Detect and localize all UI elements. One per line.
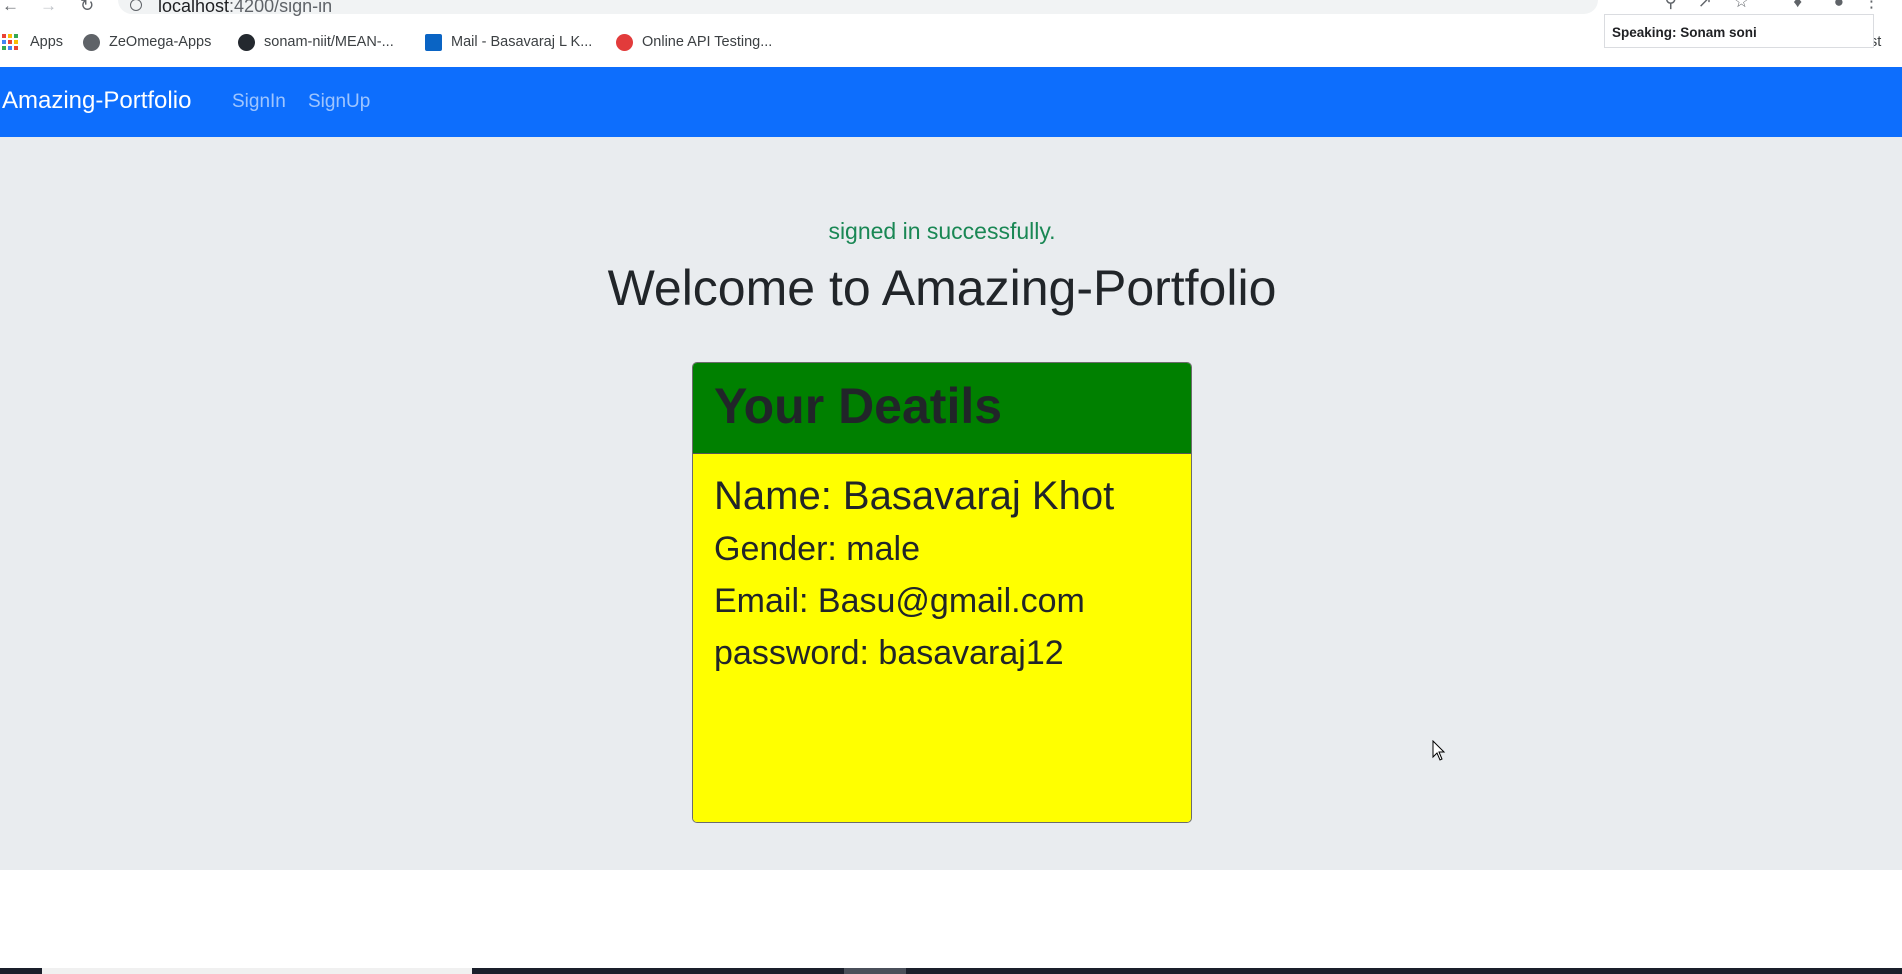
bookmark-star-icon[interactable]: ☆ — [1734, 0, 1749, 12]
profile-avatar-icon[interactable]: ● — [1834, 0, 1844, 12]
welcome-heading: Welcome to Amazing-Portfolio — [607, 260, 1277, 316]
card-title: Your Deatils — [714, 378, 1003, 434]
card-header: Your Deatils — [693, 363, 1191, 454]
bookmark-outlook-mail[interactable]: Mail - Basavaraj L K... — [425, 32, 592, 52]
bookmark-online-api-testing[interactable]: Online API Testing... — [616, 32, 772, 52]
bookmark-zeomega-apps[interactable]: ZeOmega-Apps — [83, 32, 211, 52]
user-details-card: Your Deatils Name: Basavaraj Khot Gender… — [692, 362, 1192, 823]
main-jumbotron: signed in successfully. Welcome to Amazi… — [0, 137, 1902, 870]
card-body: Name: Basavaraj Khot Gender: male Email:… — [693, 454, 1191, 822]
reload-icon[interactable]: ↻ — [80, 0, 94, 16]
site-info-icon[interactable] — [130, 0, 142, 11]
bookmark-label: Mail - Basavaraj L K... — [451, 34, 593, 50]
taskbar-search-box[interactable] — [42, 968, 472, 974]
user-name: Name: Basavaraj Khot — [714, 474, 1115, 518]
os-taskbar — [0, 968, 1902, 974]
speaking-tooltip: Speaking: Sonam soni — [1604, 14, 1874, 48]
bookmark-label: Apps — [30, 34, 64, 50]
key-icon[interactable]: ⚲ — [1665, 0, 1677, 12]
github-icon — [238, 33, 255, 51]
user-password: password: basavaraj12 — [714, 634, 1064, 672]
bookmark-apps[interactable]: Apps — [2, 32, 63, 52]
navbar-brand[interactable]: Amazing-Portfolio — [2, 87, 191, 115]
menu-kebab-icon[interactable]: ⋮ — [1863, 0, 1880, 12]
extensions-icon[interactable]: ♦ — [1793, 0, 1802, 12]
mouse-cursor-icon — [1432, 740, 1446, 761]
nav-link-signin[interactable]: SignIn — [232, 91, 286, 113]
apps-grid-icon — [2, 34, 18, 50]
bookmark-label: sonam-niit/MEAN-... — [264, 34, 394, 50]
app-navbar: Amazing-Portfolio SignIn SignUp — [0, 67, 1902, 137]
share-icon[interactable]: ↗ — [1698, 0, 1712, 12]
api-testing-icon — [616, 33, 633, 51]
user-email: Email: Basu@gmail.com — [714, 582, 1085, 620]
globe-icon — [83, 33, 100, 51]
user-gender: Gender: male — [714, 530, 920, 568]
bookmark-github-repo[interactable]: sonam-niit/MEAN-... — [238, 32, 394, 52]
url-text: localhost:4200/sign-in — [158, 0, 333, 16]
success-message: signed in successfully. — [828, 218, 1056, 244]
forward-icon[interactable]: → — [40, 0, 57, 16]
bookmark-label: ZeOmega-Apps — [109, 34, 212, 50]
back-icon[interactable]: ← — [2, 0, 19, 16]
outlook-icon — [425, 33, 442, 51]
address-bar[interactable]: localhost:4200/sign-in — [118, 0, 1598, 16]
taskbar-active-app[interactable] — [844, 968, 906, 974]
nav-link-signup[interactable]: SignUp — [308, 91, 370, 113]
bookmark-label: Online API Testing... — [642, 34, 773, 50]
